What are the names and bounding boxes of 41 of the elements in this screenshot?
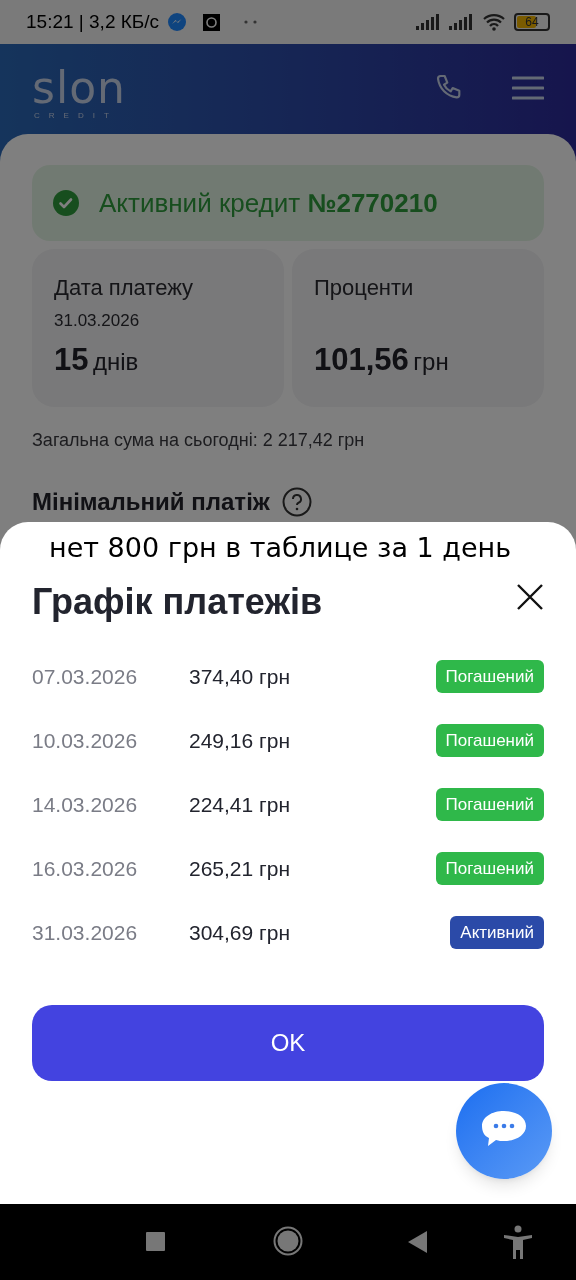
home-icon[interactable]: [273, 1226, 303, 1256]
status-badge: Погашений: [435, 787, 544, 822]
ok-button[interactable]: OK: [32, 1004, 544, 1081]
signal-icon: [449, 14, 474, 30]
status-badge: Погашений: [435, 851, 544, 886]
card-title: Проценти: [314, 274, 415, 302]
payment-amount: 249,16 грн: [189, 727, 290, 754]
payment-amount: 265,21 грн: [189, 855, 290, 882]
check-circle-icon: [53, 190, 79, 216]
payment-amount: 224,41 грн: [189, 791, 290, 818]
messenger-icon: [167, 12, 188, 32]
card-value: 15 днів: [54, 340, 140, 379]
status-time: 15:21 | 3,2 КБ/с: [26, 9, 160, 34]
card-value: 101,56 грн: [314, 340, 450, 379]
status-badge: Погашений: [435, 723, 544, 758]
section-title: Мінімальний платіж: [32, 487, 270, 517]
payment-date: 10.03.2026: [32, 727, 139, 754]
payment-date: 14.03.2026: [32, 791, 139, 818]
menu-icon[interactable]: [512, 76, 544, 100]
dots-icon: [244, 20, 259, 24]
back-icon[interactable]: [408, 1231, 427, 1253]
total-text: Загальна сума на сьогодні: 2 217,42 грн: [32, 429, 366, 452]
card-title: Дата платежу: [54, 274, 195, 302]
wifi-icon: [482, 13, 506, 31]
accessibility-icon[interactable]: [503, 1225, 533, 1259]
annotation-text: нет 800 грн в таблице за 1 день: [48, 531, 513, 565]
app-icon: [203, 13, 221, 31]
help-icon[interactable]: [281, 487, 312, 517]
signal-icon: [416, 14, 441, 30]
payment-amount: 304,69 грн: [189, 919, 290, 946]
payment-amount: 374,40 грн: [189, 663, 290, 690]
payment-date: 31.03.2026: [32, 919, 139, 946]
payment-date: 16.03.2026: [32, 855, 139, 882]
logo: slon CREDIT: [32, 66, 126, 122]
close-icon[interactable]: [516, 582, 544, 611]
loan-title: Активний кредит №2770210: [99, 186, 438, 220]
status-badge: Погашений: [435, 659, 544, 694]
card-date: 31.03.2026: [54, 310, 141, 332]
status-badge: Активний: [450, 915, 544, 950]
sheet-title: Графік платежів: [32, 579, 323, 624]
payment-date: 07.03.2026: [32, 663, 139, 690]
